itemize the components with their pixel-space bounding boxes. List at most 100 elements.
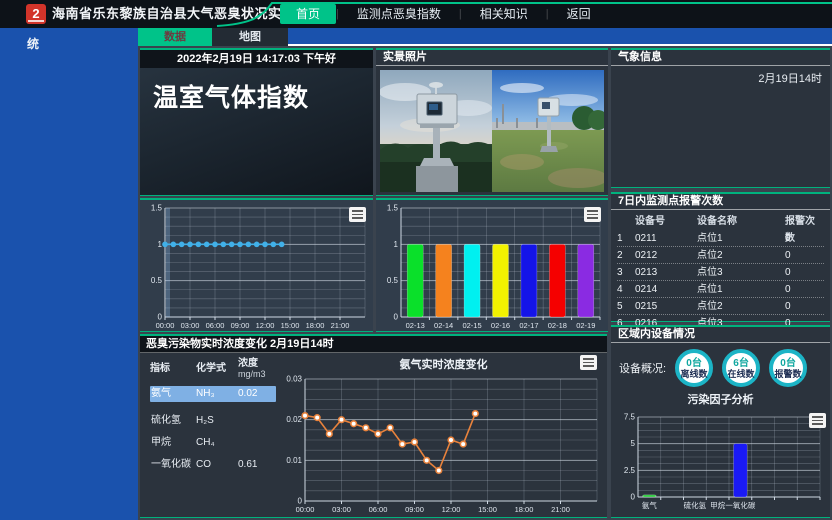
- photos-panel-title: 实景照片: [376, 50, 608, 66]
- svg-text:02-13: 02-13: [406, 321, 425, 330]
- table-row[interactable]: 甲烷CH₄: [150, 435, 276, 457]
- chart-menu-icon[interactable]: [584, 207, 601, 222]
- title-wrap-char: 统: [27, 35, 39, 52]
- weather-panel-title: 气象信息: [611, 50, 830, 66]
- online-count-badge: 6台 在线数: [722, 349, 760, 387]
- table-row[interactable]: 50215点位20: [617, 298, 824, 315]
- weather-date: 2月19日14时: [611, 66, 830, 86]
- svg-text:21:00: 21:00: [551, 505, 570, 514]
- svg-text:18:00: 18:00: [515, 505, 534, 514]
- svg-text:1: 1: [158, 240, 163, 249]
- panel-live-photos: 实景照片: [376, 48, 608, 196]
- offline-count-badge: 0台 离线数: [675, 349, 713, 387]
- table-row[interactable]: 10211点位10: [617, 230, 824, 247]
- svg-text:00:00: 00:00: [156, 321, 175, 330]
- nav-item-back[interactable]: 返回: [549, 4, 609, 24]
- svg-text:15:00: 15:00: [281, 321, 300, 330]
- table-row[interactable]: 30213点位30: [617, 264, 824, 281]
- panel-greenhouse-index: 2022年2月19日 14:17:03 下午好 温室气体指数: [140, 48, 373, 196]
- svg-text:02-17: 02-17: [519, 321, 538, 330]
- photo-row: [376, 66, 608, 192]
- svg-text:氨气: 氨气: [642, 500, 657, 510]
- concentration-table-header: 指标 化学式 浓度 mg/m3: [150, 359, 276, 380]
- svg-text:06:00: 06:00: [369, 505, 388, 514]
- factor-chart-title: 污染因子分析: [611, 389, 830, 407]
- table-row[interactable]: 20212点位20: [617, 247, 824, 264]
- monitor-station-photo-2: [492, 70, 604, 192]
- table-row[interactable]: 硫化氢H₂S: [150, 413, 276, 435]
- greenhouse-body: 温室气体指数: [140, 68, 373, 195]
- daily-bar-chart[interactable]: 00.511.502-1302-1402-1502-1602-1702-1802…: [376, 200, 608, 331]
- dashboard: 2 海南省乐东黎族自治县大气恶臭状况实时发布系 首页 | 监测点恶臭指数 | 相…: [0, 0, 832, 520]
- alarm-table-header: 设备号 设备名称 报警次数: [617, 213, 824, 230]
- svg-text:7.5: 7.5: [624, 413, 636, 422]
- svg-text:0.03: 0.03: [286, 375, 302, 384]
- svg-text:03:00: 03:00: [332, 505, 351, 514]
- svg-text:18:00: 18:00: [306, 321, 325, 330]
- top-bar: 2 海南省乐东黎族自治县大气恶臭状况实时发布系 首页 | 监测点恶臭指数 | 相…: [0, 0, 832, 28]
- svg-text:15:00: 15:00: [478, 505, 497, 514]
- device-stats-row: 设备概况: 0台 离线数 6台 在线数 0台 报警数: [611, 343, 830, 389]
- view-tabs: 数据 地图: [138, 28, 832, 46]
- device-overview-label: 设备概况:: [619, 360, 666, 376]
- svg-text:21:00: 21:00: [331, 321, 350, 330]
- chart-menu-icon[interactable]: [809, 413, 826, 428]
- alarm-table-body: 10211点位1020212点位2030213点位3040214点位105021…: [617, 230, 824, 332]
- nav-item-home[interactable]: 首页: [280, 4, 336, 24]
- devices-panel-title: 区域内设备情况: [611, 327, 830, 343]
- nh3-chart-area: 氨气实时浓度变化 00.010.020.0300:0003:0006:0009:…: [280, 353, 607, 517]
- svg-text:12:00: 12:00: [256, 321, 275, 330]
- svg-text:0.5: 0.5: [151, 276, 163, 285]
- svg-text:甲烷: 甲烷: [710, 500, 725, 510]
- factor-bar-chart[interactable]: 0 2.5 5 7.5 氨气 硫化氢甲烷一氧化碳: [613, 409, 828, 511]
- left-sidebar: 统: [0, 28, 138, 520]
- svg-text:1.5: 1.5: [151, 204, 163, 213]
- panel-index-line-chart: 00.511.500:0003:0006:0009:0012:0015:0018…: [140, 198, 373, 332]
- svg-text:06:00: 06:00: [206, 321, 225, 330]
- index-line-chart[interactable]: 00.511.500:0003:0006:0009:0012:0015:0018…: [140, 200, 373, 331]
- main-nav: 首页 | 监测点恶臭指数 | 相关知识 | 返回: [280, 0, 609, 28]
- svg-text:0: 0: [394, 313, 399, 322]
- alarm-table: 设备号 设备名称 报警次数 10211点位1020212点位2030213点位3…: [611, 210, 830, 332]
- app-logo-icon: 2: [26, 4, 46, 24]
- alarm-count-badge: 0台 报警数: [769, 349, 807, 387]
- svg-text:1.5: 1.5: [387, 204, 399, 213]
- svg-text:02-18: 02-18: [548, 321, 567, 330]
- panel-weather-info: 气象信息 2月19日14时: [611, 48, 830, 188]
- svg-text:1: 1: [394, 240, 399, 249]
- svg-text:5: 5: [631, 439, 636, 448]
- main-content: 2022年2月19日 14:17:03 下午好 温室气体指数 实景照片: [138, 46, 832, 520]
- nav-item-odor-index[interactable]: 监测点恶臭指数: [339, 4, 459, 24]
- greenhouse-title: 温室气体指数: [140, 68, 373, 114]
- tab-map[interactable]: 地图: [212, 28, 288, 46]
- svg-text:0.01: 0.01: [286, 456, 302, 465]
- svg-text:0: 0: [631, 493, 636, 502]
- tab-data[interactable]: 数据: [138, 28, 212, 46]
- svg-text:2.5: 2.5: [624, 466, 636, 475]
- svg-text:02-16: 02-16: [491, 321, 510, 330]
- svg-text:09:00: 09:00: [231, 321, 250, 330]
- svg-text:02-14: 02-14: [434, 321, 453, 330]
- table-row[interactable]: 40214点位10: [617, 281, 824, 298]
- svg-text:02-15: 02-15: [462, 321, 481, 330]
- monitor-station-photo-1: [380, 70, 492, 192]
- alarms-panel-title: 7日内监测点报警次数: [611, 194, 830, 210]
- panel-daily-bar-chart: 00.511.502-1302-1402-1502-1602-1702-1802…: [376, 198, 608, 332]
- tab-filler: [288, 28, 832, 46]
- panel-alarm-counts: 7日内监测点报警次数 设备号 设备名称 报警次数 10211点位1020212点…: [611, 192, 830, 322]
- svg-text:一氧化碳: 一氧化碳: [725, 500, 755, 510]
- table-row[interactable]: 氨气NH₃0.02: [150, 386, 276, 402]
- svg-text:0.02: 0.02: [286, 415, 302, 424]
- chart-menu-icon[interactable]: [349, 207, 366, 222]
- nh3-line-chart[interactable]: 00.010.020.0300:0003:0006:0009:0012:0015…: [280, 371, 605, 515]
- table-row[interactable]: 一氧化碳CO0.61: [150, 457, 276, 479]
- svg-text:09:00: 09:00: [405, 505, 424, 514]
- chart-menu-icon[interactable]: [580, 355, 597, 370]
- concentration-table: 指标 化学式 浓度 mg/m3 氨气NH₃0.02 硫化氢H₂S甲烷CH₄一氧化碳…: [140, 353, 280, 517]
- svg-text:硫化氢: 硫化氢: [684, 500, 707, 510]
- nav-item-knowledge[interactable]: 相关知识: [462, 4, 546, 24]
- nh3-chart-title: 氨气实时浓度变化: [280, 353, 607, 372]
- svg-text:00:00: 00:00: [296, 505, 315, 514]
- panel-odor-concentration: 恶臭污染物实时浓度变化 2月19日14时 指标 化学式 浓度 mg/m3 氨气N…: [140, 334, 607, 518]
- concentration-table-body: 氨气NH₃0.02 硫化氢H₂S甲烷CH₄一氧化碳CO0.61: [150, 386, 276, 479]
